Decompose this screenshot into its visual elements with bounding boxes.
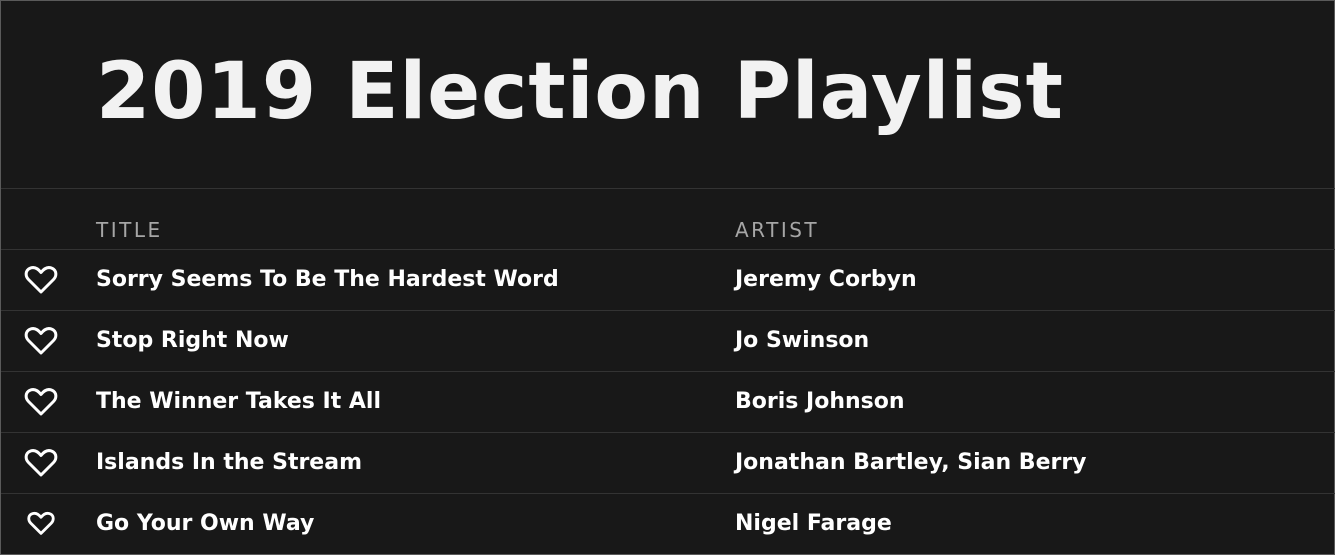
track-artist[interactable]: Jonathan Bartley, Sian Berry: [735, 449, 1087, 477]
playlist-view: 2019 Election Playlist TITLE ARTIST Sorr…: [0, 0, 1335, 555]
column-header-title[interactable]: TITLE: [96, 218, 163, 242]
header-divider: [1, 188, 1335, 189]
track-title: Sorry Seems To Be The Hardest Word: [96, 267, 559, 292]
track-title: Go Your Own Way: [96, 511, 315, 536]
track-row[interactable]: The Winner Takes It All Boris Johnson: [1, 372, 1335, 432]
heart-outline-icon[interactable]: [24, 326, 58, 356]
track-artist[interactable]: Jo Swinson: [735, 327, 869, 355]
heart-outline-icon[interactable]: [24, 265, 58, 295]
track-row[interactable]: Stop Right Now Jo Swinson: [1, 311, 1335, 371]
track-title: Stop Right Now: [96, 328, 289, 353]
heart-outline-icon[interactable]: [27, 511, 61, 541]
track-row[interactable]: Sorry Seems To Be The Hardest Word Jerem…: [1, 250, 1335, 310]
track-artist[interactable]: Jeremy Corbyn: [735, 266, 917, 294]
track-title: Islands In the Stream: [96, 450, 362, 475]
heart-outline-icon[interactable]: [24, 387, 58, 417]
heart-outline-icon[interactable]: [24, 448, 58, 478]
playlist-title: 2019 Election Playlist: [96, 47, 1064, 137]
track-title: The Winner Takes It All: [96, 389, 382, 414]
track-row[interactable]: Go Your Own Way Nigel Farage: [1, 494, 1335, 554]
track-artist[interactable]: Boris Johnson: [735, 388, 905, 416]
track-row[interactable]: Islands In the Stream Jonathan Bartley, …: [1, 433, 1335, 493]
track-artist[interactable]: Nigel Farage: [735, 510, 892, 538]
column-header-artist[interactable]: ARTIST: [735, 218, 819, 242]
